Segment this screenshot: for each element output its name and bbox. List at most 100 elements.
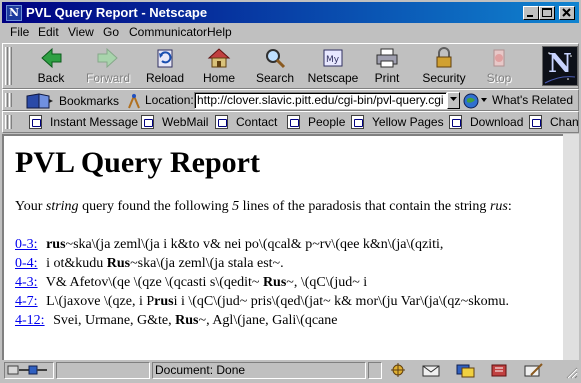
menu-communicator[interactable]: Communicator <box>129 25 207 39</box>
netscape-my-icon: My <box>323 49 343 67</box>
personal-item-label: Contact <box>236 115 278 129</box>
search-icon <box>266 49 286 69</box>
search-button[interactable]: Search <box>249 47 301 87</box>
summary-text: query found the following <box>78 199 233 214</box>
page-heading: PVL Query Report <box>15 146 260 179</box>
summary-text: : <box>507 199 512 214</box>
channels-icon <box>529 115 542 129</box>
result-text: ~, \(qC\(jud~ i <box>286 275 368 290</box>
navigator-component-icon[interactable] <box>389 363 407 378</box>
personal-item-instant-message[interactable]: Instant Message <box>29 115 138 129</box>
personal-item-webmail[interactable]: WebMail <box>141 115 208 129</box>
result-text: V& Afetov\(qe \(qze \(qcasti s\(qedit~ <box>42 275 263 290</box>
location-url-input[interactable]: http://clover.slavic.pitt.edu/cgi-bin/pv… <box>194 92 447 109</box>
personal-item-channels[interactable]: Chan <box>529 115 579 129</box>
whats-related-icon <box>463 93 487 109</box>
personal-item-yellow-pages[interactable]: Yellow Pages <box>351 115 444 129</box>
minimize-icon <box>527 15 533 17</box>
menu-view[interactable]: View <box>68 25 94 39</box>
address-book-icon[interactable] <box>489 363 511 378</box>
toolbar-grip[interactable] <box>5 47 8 85</box>
bookmarks-button[interactable]: Bookmarks <box>25 92 119 110</box>
forward-button[interactable]: Forward <box>82 47 134 87</box>
personal-item-contact[interactable]: Contact <box>215 115 277 129</box>
bookmark-page-icon <box>215 115 228 129</box>
result-line: 0-4: i ot&kudu Rus~ska\(ja zeml\(ja stal… <box>15 254 509 273</box>
toolbar-grip[interactable] <box>9 47 12 85</box>
back-label: Back <box>37 71 65 85</box>
location-label: Location: <box>145 93 194 107</box>
result-line: 4-12: Svei, Urmane, G&te, Rus~, Agl\(jan… <box>15 311 509 330</box>
window-title: PVL Query Report - Netscape <box>26 5 208 20</box>
resize-grip-icon[interactable] <box>564 365 578 379</box>
print-label: Print <box>374 71 400 85</box>
reload-button[interactable]: Reload <box>139 47 191 87</box>
result-match: rus <box>154 294 174 309</box>
result-line: 4-3: V& Afetov\(qe \(qze \(qcasti s\(qed… <box>15 273 509 292</box>
page-proxy-icon[interactable] <box>126 92 142 110</box>
summary-text: lines of the paradosis that contain the … <box>239 199 490 214</box>
result-ref-link[interactable]: 4-7: <box>15 294 38 309</box>
back-button[interactable]: Back <box>25 47 77 87</box>
close-button[interactable] <box>559 6 575 20</box>
printer-icon <box>376 48 398 68</box>
menu-file[interactable]: File <box>10 25 29 39</box>
location-toolbar: Bookmarks Location: http://clover.slavic… <box>2 89 579 111</box>
composer-icon[interactable] <box>523 363 545 378</box>
result-ref-link[interactable]: 4-3: <box>15 275 38 290</box>
page-content[interactable]: PVL Query Report Your string query found… <box>2 134 563 360</box>
result-match: rus <box>46 237 66 252</box>
result-text: ~, Agl\(jane, Gali\(qcane <box>198 313 338 328</box>
bookmarks-icon <box>26 93 53 109</box>
personal-item-download[interactable]: Download <box>449 115 523 129</box>
stop-button[interactable]: Stop <box>473 47 525 87</box>
close-icon <box>562 8 571 17</box>
result-ref-link[interactable]: 4-12: <box>15 313 45 328</box>
home-label: Home <box>202 71 235 85</box>
personal-item-label: People <box>308 115 346 129</box>
bookmark-page-icon <box>141 115 154 129</box>
maximize-button[interactable] <box>539 6 555 20</box>
print-button[interactable]: Print <box>361 47 413 87</box>
menu-go[interactable]: Go <box>103 25 119 39</box>
result-ref-link[interactable]: 0-3: <box>15 237 38 252</box>
toolbar-grip[interactable] <box>9 93 12 107</box>
result-line: 4-7: L\(jaxove \(qze, i Prusi i \(qC\(ju… <box>15 292 509 311</box>
result-match: Rus <box>175 313 199 328</box>
security-label: Security <box>422 71 466 85</box>
result-text: Svei, Urmane, G&te, <box>49 313 176 328</box>
netscape-n-letter: N <box>548 49 572 79</box>
netscape-app-icon[interactable]: N <box>6 5 22 21</box>
query-summary: Your string query found the following 5 … <box>15 199 512 215</box>
menu-edit[interactable]: Edit <box>38 25 59 39</box>
home-button[interactable]: Home <box>193 47 245 87</box>
instant-messenger-icon[interactable] <box>455 363 477 378</box>
mail-icon[interactable] <box>421 363 443 378</box>
vertical-scrollbar[interactable] <box>563 134 579 360</box>
personal-item-label: WebMail <box>162 115 209 129</box>
result-ref-link[interactable]: 0-4: <box>15 256 38 271</box>
security-button[interactable]: Security <box>418 47 470 87</box>
toolbar-grip[interactable] <box>5 93 8 107</box>
status-bar: Document: Done <box>2 360 579 381</box>
security-status-panel[interactable] <box>368 362 382 379</box>
menu-help[interactable]: Help <box>207 25 232 39</box>
toolbar-grip[interactable] <box>5 115 8 129</box>
location-dropdown-button[interactable] <box>447 92 460 109</box>
minimize-button[interactable] <box>523 6 539 20</box>
forward-arrow-icon <box>97 47 118 69</box>
netscape-throbber-logo[interactable]: N <box>542 46 578 86</box>
progress-bar <box>56 362 150 379</box>
title-bar: N PVL Query Report - Netscape <box>0 0 581 23</box>
netscape-button[interactable]: My Netscape <box>307 47 359 87</box>
maximize-icon <box>542 8 552 17</box>
toolbar-grip[interactable] <box>9 115 12 129</box>
whats-related-label: What's Related <box>492 93 573 107</box>
bookmark-page-icon <box>29 115 42 129</box>
whats-related-button[interactable]: What's Related <box>462 92 573 113</box>
svg-text:My: My <box>326 55 340 65</box>
menu-bar: File Edit View Go Communicator Help <box>2 23 579 42</box>
connection-panel <box>4 362 54 379</box>
personal-item-people[interactable]: People <box>287 115 345 129</box>
result-match: Rus <box>106 256 131 271</box>
